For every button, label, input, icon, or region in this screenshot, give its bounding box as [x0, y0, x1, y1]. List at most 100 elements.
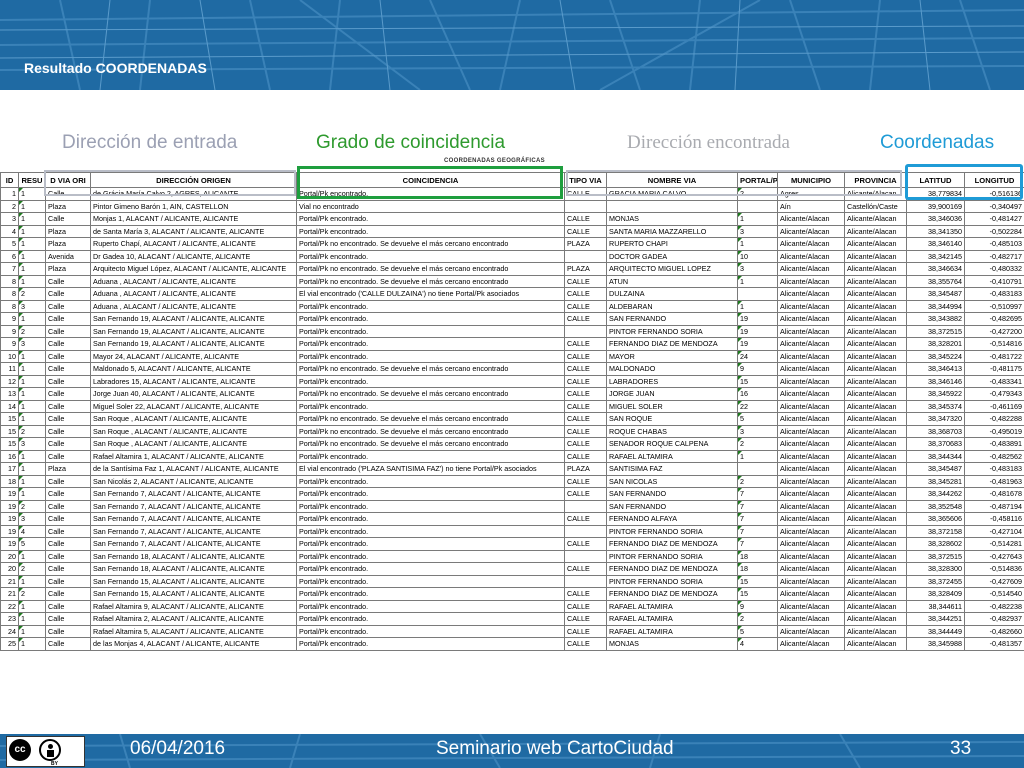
table-row: 16 1 Calle Rafael Altamira 1, ALACANT / ALI… — [0, 449, 1024, 463]
table-cell: Maldonado 5, ALACANT / ALICANTE, ALICANT… — [90, 362, 297, 376]
table-cell: San Roque , ALACANT / ALICANTE, ALICANTE — [90, 437, 297, 451]
table-cell: Alicante/Alacan — [777, 399, 845, 413]
table-cell: Alicante/Alacan — [844, 387, 907, 401]
table-cell: Alicante/Alacan — [777, 524, 845, 538]
table-cell: El vial encontrado ('CALLE DULZAINA') no… — [296, 287, 565, 301]
table-cell: Alicante/Alacan — [777, 212, 845, 226]
table-cell: Portal/Pk encontrado. — [296, 562, 565, 576]
table-cell: MAYOR — [606, 349, 738, 363]
table-row: 25 1 Calle de las Monjas 4, ALACANT / ALICA… — [0, 637, 1024, 651]
table-cell: Alicante/Alacan — [777, 499, 845, 513]
table-cell: 24 — [737, 349, 778, 363]
table-cell: 15 — [737, 574, 778, 588]
table-cell: Calle — [45, 624, 91, 638]
table-cell: Mayor 24, ALACANT / ALICANTE, ALICANTE — [90, 349, 297, 363]
table-cell: ROQUE CHABAS — [606, 424, 738, 438]
table-cell: 38,344344 — [906, 449, 965, 463]
table-cell: 8 — [0, 287, 19, 301]
table-cell: -0,340497 — [964, 199, 1024, 213]
table-cell: 1 — [18, 362, 46, 376]
table-cell: Alicante/Alacan — [777, 587, 845, 601]
results-sheet: ID RESU D VIA ORI DIRECCIÓN ORIGEN COINCIDEN… — [0, 172, 1024, 651]
table-cell: Alicante/Alacan — [844, 349, 907, 363]
table-cell: 9 — [0, 324, 19, 338]
table-row: 9 3 Calle San Fernando 19, ALACANT / ALICAN… — [0, 337, 1024, 351]
table-cell: 19 — [0, 512, 19, 526]
table-cell: San Fernando 7, ALACANT / ALICANTE, ALIC… — [90, 487, 297, 501]
table-cell: 38,344262 — [906, 487, 965, 501]
table-cell: 38,372515 — [906, 324, 965, 338]
table-cell: Calle — [45, 274, 91, 288]
table-cell: 38,345922 — [906, 387, 965, 401]
table-cell: El vial encontrado ('PLAZA SANTISIMA FAZ… — [296, 462, 565, 476]
table-cell: Jorge Juan 40, ALACANT / ALICANTE, ALICA… — [90, 387, 297, 401]
table-cell: CALLE — [564, 437, 607, 451]
footer-date: 06/04/2016 — [130, 738, 226, 759]
table-cell: Alicante/Alacan — [844, 612, 907, 626]
table-cell: Alicante/Alacan — [844, 487, 907, 501]
table-cell: Portal/Pk encontrado. — [296, 249, 565, 263]
table-cell: de Santa María 3, ALACANT / ALICANTE, AL… — [90, 224, 297, 238]
table-row: 8 2 Calle Aduana , ALACANT / ALICANTE, ALIC… — [0, 287, 1024, 301]
table-cell: 3 — [18, 337, 46, 351]
label-direccion-encontrada: Dirección encontrada — [627, 132, 790, 153]
table-cell: -0,481963 — [964, 474, 1024, 488]
table-row: 15 3 Calle San Roque , ALACANT / ALICANTE, … — [0, 437, 1024, 451]
table-cell: Alicante/Alacan — [777, 324, 845, 338]
table-cell: Alicante/Alacan — [777, 249, 845, 263]
table-cell: CALLE — [564, 562, 607, 576]
table-cell: Alicante/Alacan — [844, 562, 907, 576]
table-cell: Portal/Pk encontrado. — [296, 624, 565, 638]
table-cell: -0,410791 — [964, 274, 1024, 288]
table-cell: 5 — [18, 537, 46, 551]
table-cell: Portal/Pk no encontrado. Se devuelve el … — [296, 262, 565, 276]
table-cell: Portal/Pk encontrado. — [296, 612, 565, 626]
table-cell: Calle — [45, 449, 91, 463]
table-cell: San Fernando 7, ALACANT / ALICANTE, ALIC… — [90, 499, 297, 513]
table-cell: 3 — [18, 437, 46, 451]
table-cell: RAFAEL ALTAMIRA — [606, 612, 738, 626]
highlight-coordenadas — [905, 164, 1023, 200]
table-cell: 1 — [18, 187, 46, 201]
table-cell: Calle — [45, 437, 91, 451]
table-row: 20 1 Calle San Fernando 18, ALACANT / ALICA… — [0, 549, 1024, 563]
table-cell: 25 — [0, 637, 19, 651]
table-cell: 7 — [737, 487, 778, 501]
table-cell: San Fernando 7, ALACANT / ALICANTE, ALIC… — [90, 512, 297, 526]
table-cell: 38,345487 — [906, 287, 965, 301]
table-cell: Alicante/Alacan — [777, 574, 845, 588]
table-cell: 1 — [18, 349, 46, 363]
table-cell: Alicante/Alacan — [844, 324, 907, 338]
table-cell: 10 — [737, 249, 778, 263]
table-cell: SAN FERNANDO — [606, 487, 738, 501]
table-cell: Portal/Pk encontrado. — [296, 399, 565, 413]
table-cell: Alicante/Alacan — [777, 512, 845, 526]
table-cell: CALLE — [564, 212, 607, 226]
table-cell: 21 — [0, 574, 19, 588]
table-cell: 38,345224 — [906, 349, 965, 363]
table-cell: Calle — [45, 212, 91, 226]
table-cell: -0,482288 — [964, 412, 1024, 426]
table-cell: Alicante/Alacan — [777, 312, 845, 326]
table-cell: FERNANDO DIAZ DE MENDOZA — [606, 587, 738, 601]
table-cell: Portal/Pk encontrado. — [296, 599, 565, 613]
table-cell: 17 — [0, 462, 19, 476]
table-cell: Portal/Pk no encontrado. Se devuelve el … — [296, 387, 565, 401]
table-cell: PINTOR FERNANDO SORIA — [606, 549, 738, 563]
table-cell: Labradores 15, ALACANT / ALICANTE, ALICA… — [90, 374, 297, 388]
table-cell: Portal/Pk encontrado. — [296, 324, 565, 338]
table-cell: Aduana , ALACANT / ALICANTE, ALICANTE — [90, 287, 297, 301]
table-cell: 23 — [0, 612, 19, 626]
table-cell: SAN FERNANDO — [606, 312, 738, 326]
table-row: 13 1 Calle Jorge Juan 40, ALACANT / ALICANT… — [0, 387, 1024, 401]
table-cell: Portal/Pk encontrado. — [296, 349, 565, 363]
table-cell: Alicante/Alacan — [844, 549, 907, 563]
table-cell: 3 — [18, 512, 46, 526]
table-cell — [564, 574, 607, 588]
table-cell: -0,483341 — [964, 374, 1024, 388]
table-row: 19 4 Calle San Fernando 7, ALACANT / ALICAN… — [0, 524, 1024, 538]
table-cell: 1 — [737, 299, 778, 313]
table-cell: 38,346413 — [906, 362, 965, 376]
table-row: 22 1 Calle Rafael Altamira 9, ALACANT / ALI… — [0, 599, 1024, 613]
table-cell: Alicante/Alacan — [777, 612, 845, 626]
